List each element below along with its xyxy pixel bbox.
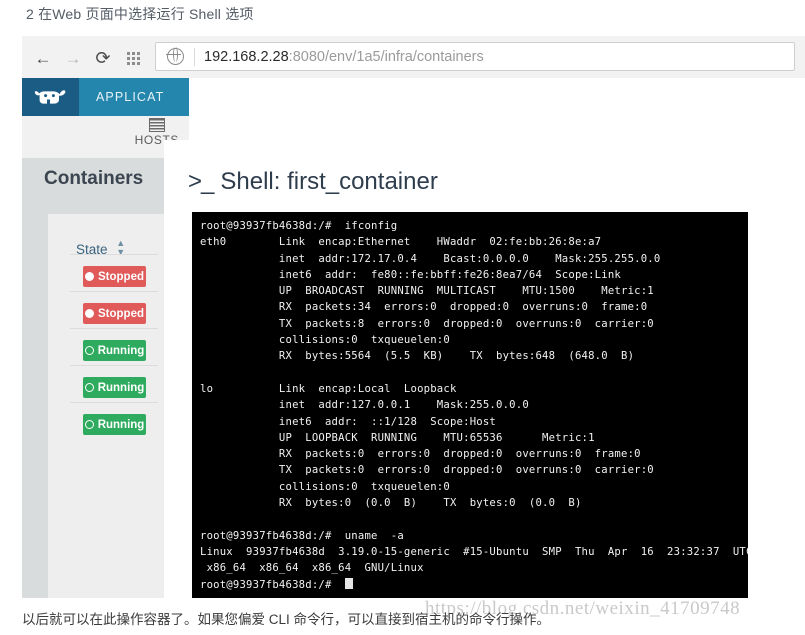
terminal-output[interactable]: root@93937fb4638d:/# ifconfig eth0 Link … [192, 212, 748, 598]
app-topbar: APPLICAT [22, 78, 805, 116]
stopped-circle-icon [85, 309, 94, 318]
containers-table: State ▲ ▼ Stopped Stopped Running Running Run… [48, 214, 172, 598]
page-heading: 2 在Web 页面中选择运行 Shell 选项 [26, 6, 254, 22]
status-badge[interactable]: Running [83, 340, 146, 361]
status-badge-label: Running [97, 418, 145, 431]
stopped-circle-icon [85, 272, 94, 281]
row-separator [70, 291, 158, 292]
shell-modal-title-text: Shell: first_container [220, 168, 438, 195]
back-icon[interactable]: ← [32, 47, 54, 69]
browser-window: ← → ⟳ 192.168.2.28:8080/env/1a5/infra/co… [22, 36, 805, 598]
url-bar[interactable]: 192.168.2.28:8080/env/1a5/infra/containe… [155, 42, 795, 71]
status-badge[interactable]: Running [83, 377, 146, 398]
row-separator [70, 365, 158, 366]
url-divider [194, 47, 195, 66]
row-separator [70, 328, 158, 329]
status-badge[interactable]: Stopped [83, 303, 146, 324]
shell-modal-title: >_ Shell: first_container [188, 168, 438, 196]
shell-modal: >_ Shell: first_container root@93937fb463… [164, 140, 805, 598]
cow-logo-icon [34, 90, 65, 104]
row-separator [70, 254, 158, 255]
terminal-text: root@93937fb4638d:/# ifconfig eth0 Link … [200, 220, 748, 591]
running-circle-icon [84, 420, 94, 429]
rancher-logo[interactable] [22, 78, 79, 116]
page-title: Containers [44, 168, 144, 189]
status-badge-label: Stopped [98, 270, 144, 283]
status-badge[interactable]: Stopped [83, 266, 146, 287]
status-badge-label: Running [97, 344, 145, 357]
terminal-cursor [344, 577, 353, 589]
nav-applications[interactable]: APPLICAT [79, 78, 189, 116]
url-text: 192.168.2.28:8080/env/1a5/infra/containe… [204, 49, 484, 65]
rancher-app: APPLICAT HOSTS Containers State ▲ ▼ Stopp… [22, 78, 805, 598]
forward-icon[interactable]: → [62, 47, 84, 69]
url-host: 192.168.2.28 [204, 48, 289, 65]
bottom-note: 以后就可以在此操作容器了。如果您偏爱 CLI 命令行，可以直接到宿主机的命令行操… [22, 612, 551, 627]
status-badge[interactable]: Running [83, 414, 146, 435]
hosts-icon [148, 118, 165, 132]
reload-icon[interactable]: ⟳ [92, 47, 114, 69]
globe-icon [166, 47, 184, 65]
apps-grid-icon[interactable] [122, 47, 144, 69]
status-badge-label: Stopped [98, 307, 144, 320]
running-circle-icon [84, 346, 94, 355]
status-badge-label: Running [97, 381, 145, 394]
nav-applications-label: APPLICAT [96, 90, 165, 104]
browser-toolbar: ← → ⟳ 192.168.2.28:8080/env/1a5/infra/co… [22, 36, 805, 79]
running-circle-icon [84, 383, 94, 392]
terminal-prompt-icon: >_ [188, 168, 214, 195]
url-path: :8080/env/1a5/infra/containers [288, 48, 484, 65]
row-separator [70, 402, 158, 403]
